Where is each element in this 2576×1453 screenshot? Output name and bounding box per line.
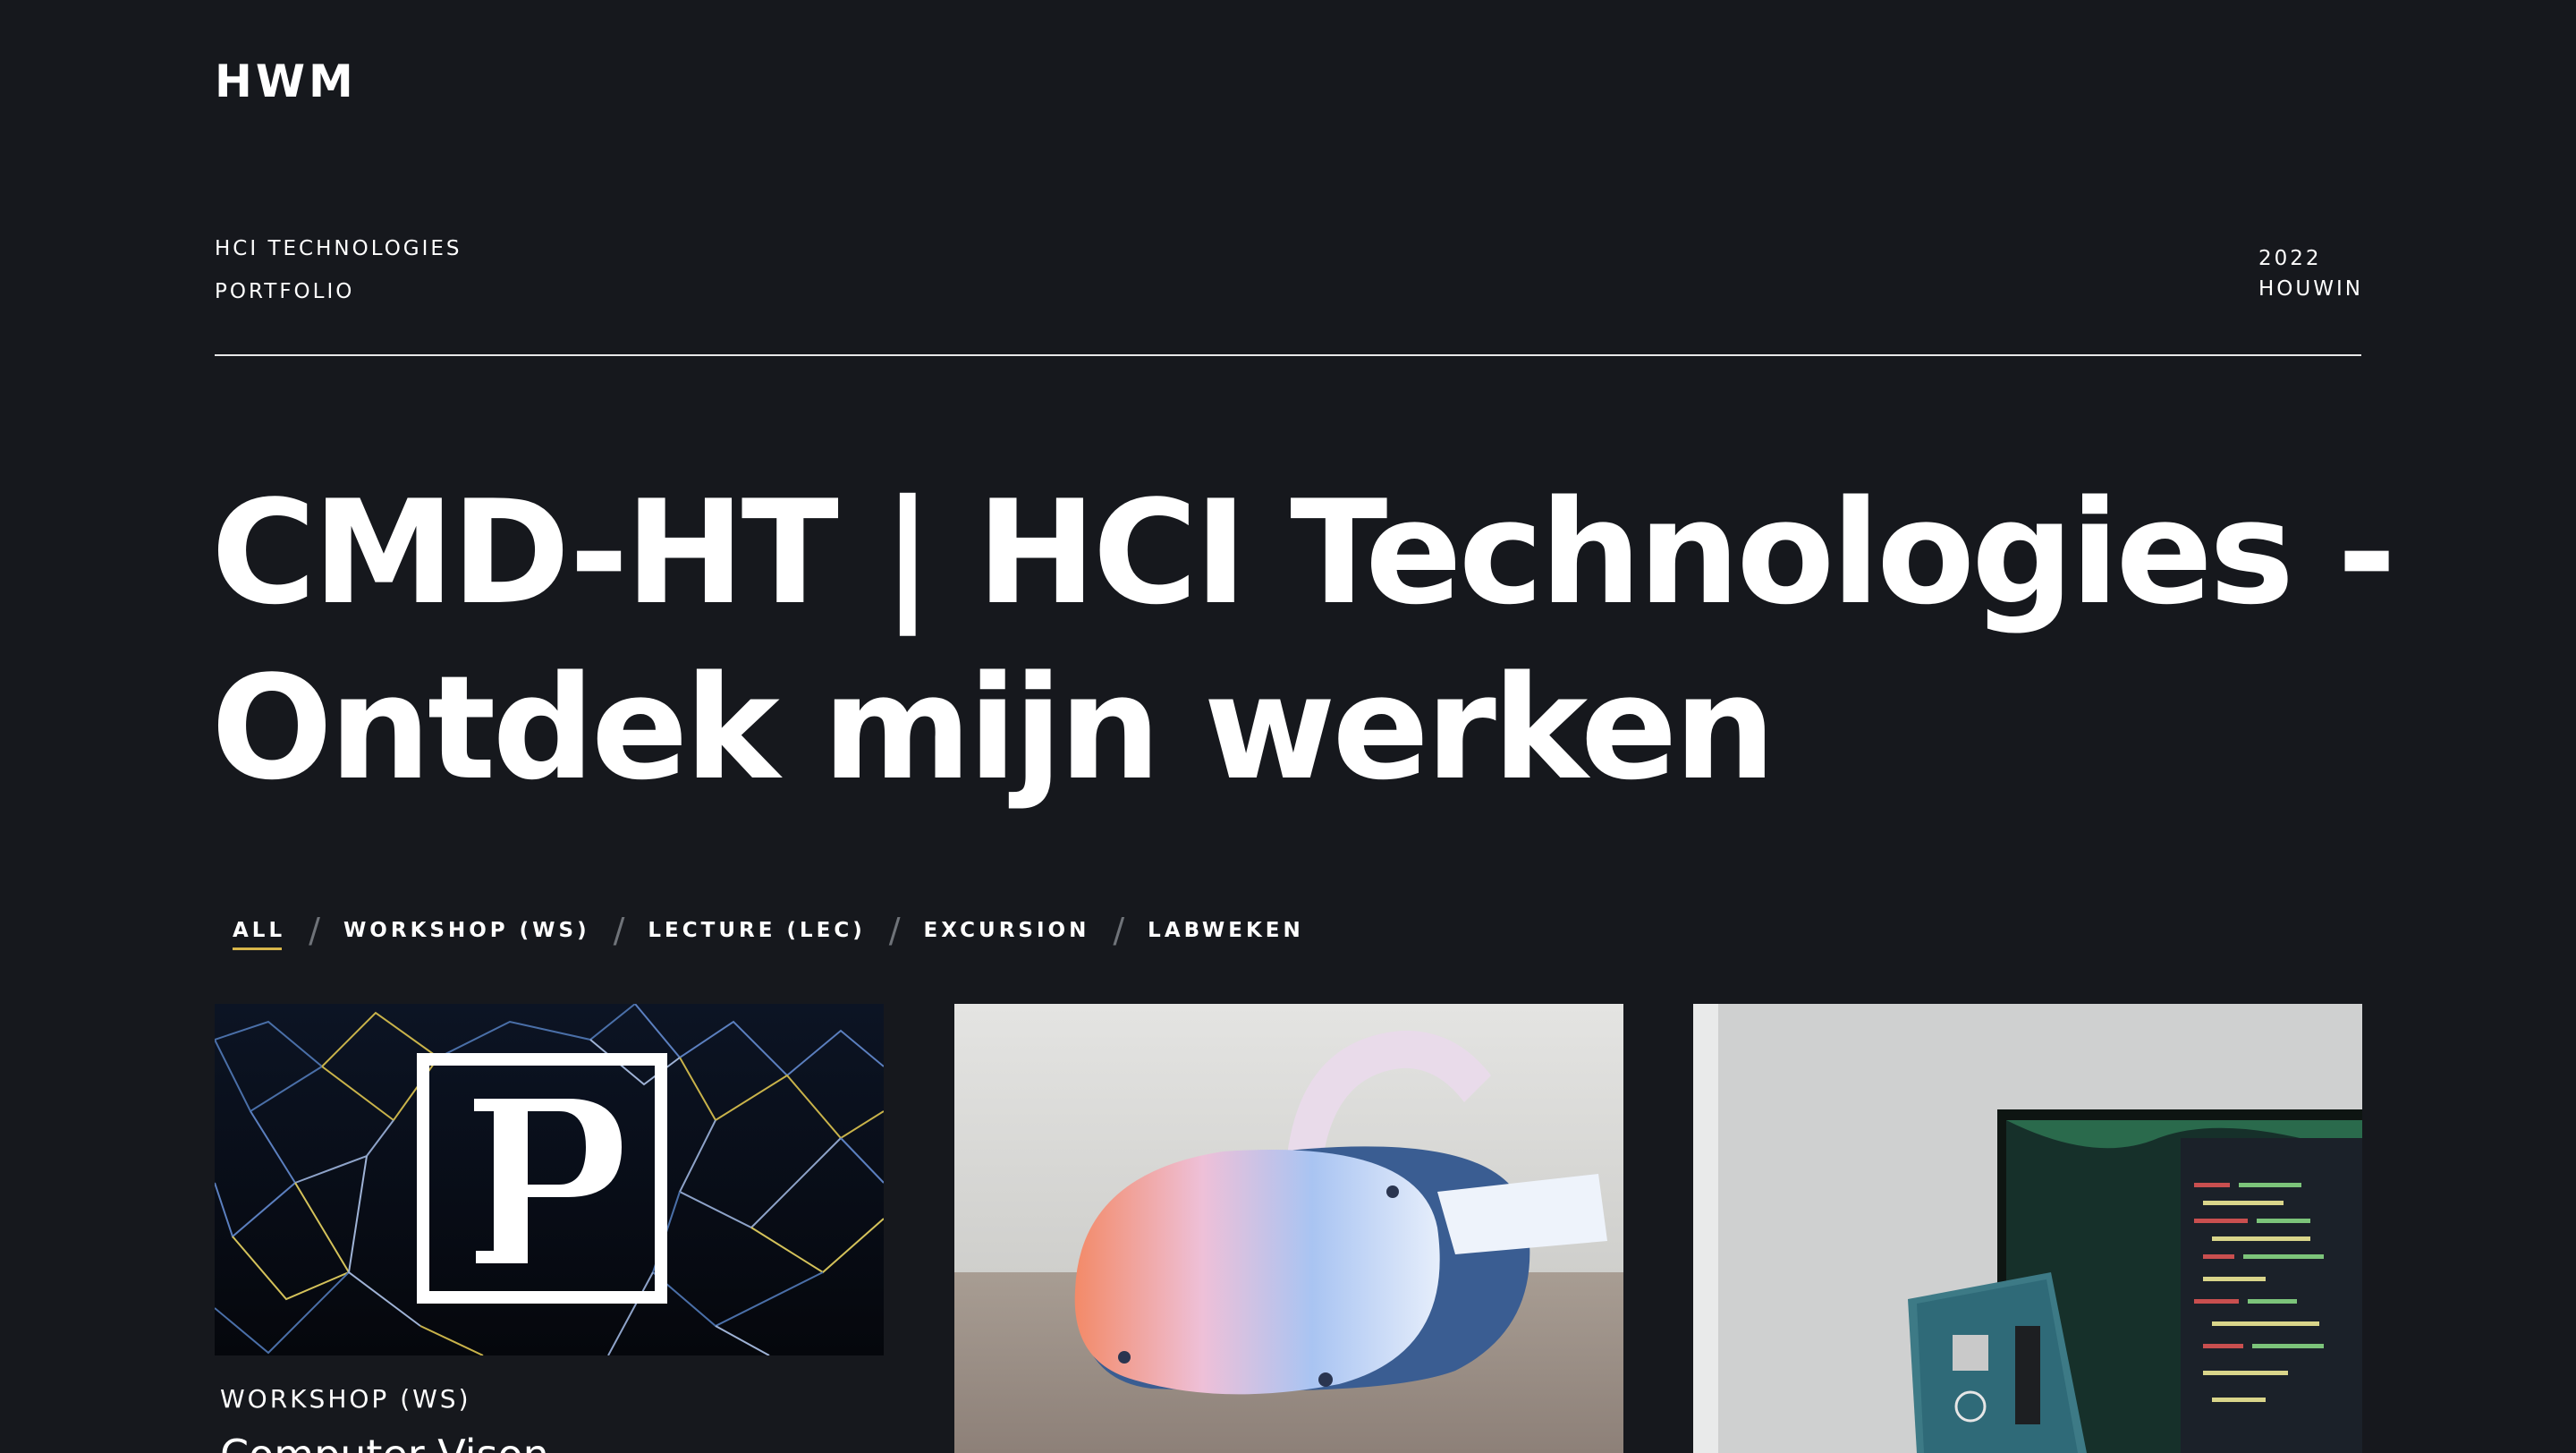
filter-workshop[interactable]: WORKSHOP (WS)	[343, 919, 590, 942]
section-label: PORTFOLIO	[215, 280, 355, 303]
author-label: HOUWIN	[2258, 277, 2363, 301]
portfolio-card-arduino[interactable]	[1693, 1004, 2362, 1453]
filter-separator: /	[1113, 911, 1125, 950]
card-title[interactable]: Computer Vison	[220, 1428, 884, 1453]
site-logo[interactable]: HWM	[215, 55, 357, 107]
header-meta-left: HCI TECHNOLOGIES PORTFOLIO	[215, 227, 462, 313]
filter-separator: /	[613, 911, 625, 950]
filter-labweken[interactable]: LABWEKEN	[1148, 919, 1304, 942]
portfolio-card-computer-vision[interactable]: WORKSHOP (WS) Computer Vison	[215, 1004, 884, 1453]
year-label: 2022	[2258, 247, 2322, 270]
filter-separator: /	[888, 911, 901, 950]
portfolio-card-vr[interactable]	[954, 1004, 1623, 1453]
card-category: WORKSHOP (WS)	[220, 1384, 471, 1414]
page-title-line-1: CMD-HT | HCI Technologies -	[211, 469, 2396, 636]
header-meta-right: 2022 HOUWIN	[2258, 243, 2363, 304]
vr-headset-image[interactable]	[954, 1004, 1623, 1453]
portfolio-page: HWM HCI TECHNOLOGIES PORTFOLIO 2022 HOUW…	[0, 0, 2576, 1453]
page-title-line-2: Ontdek mijn werken	[211, 644, 1775, 811]
header-divider	[215, 354, 2361, 356]
plexus-logo-image[interactable]	[215, 1004, 884, 1355]
category-filter-bar: ALL / WORKSHOP (WS) / LECTURE (LEC) / EX…	[233, 911, 1304, 950]
arduino-monitor-image[interactable]	[1693, 1004, 2362, 1453]
filter-lecture[interactable]: LECTURE (LEC)	[648, 919, 865, 942]
filter-separator: /	[309, 911, 320, 950]
filter-all[interactable]: ALL	[233, 919, 285, 950]
page-title: CMD-HT | HCI Technologies - Ontdek mijn …	[211, 465, 2447, 816]
filter-excursion[interactable]: EXCURSION	[924, 919, 1090, 942]
course-label: HCI TECHNOLOGIES	[215, 237, 462, 260]
